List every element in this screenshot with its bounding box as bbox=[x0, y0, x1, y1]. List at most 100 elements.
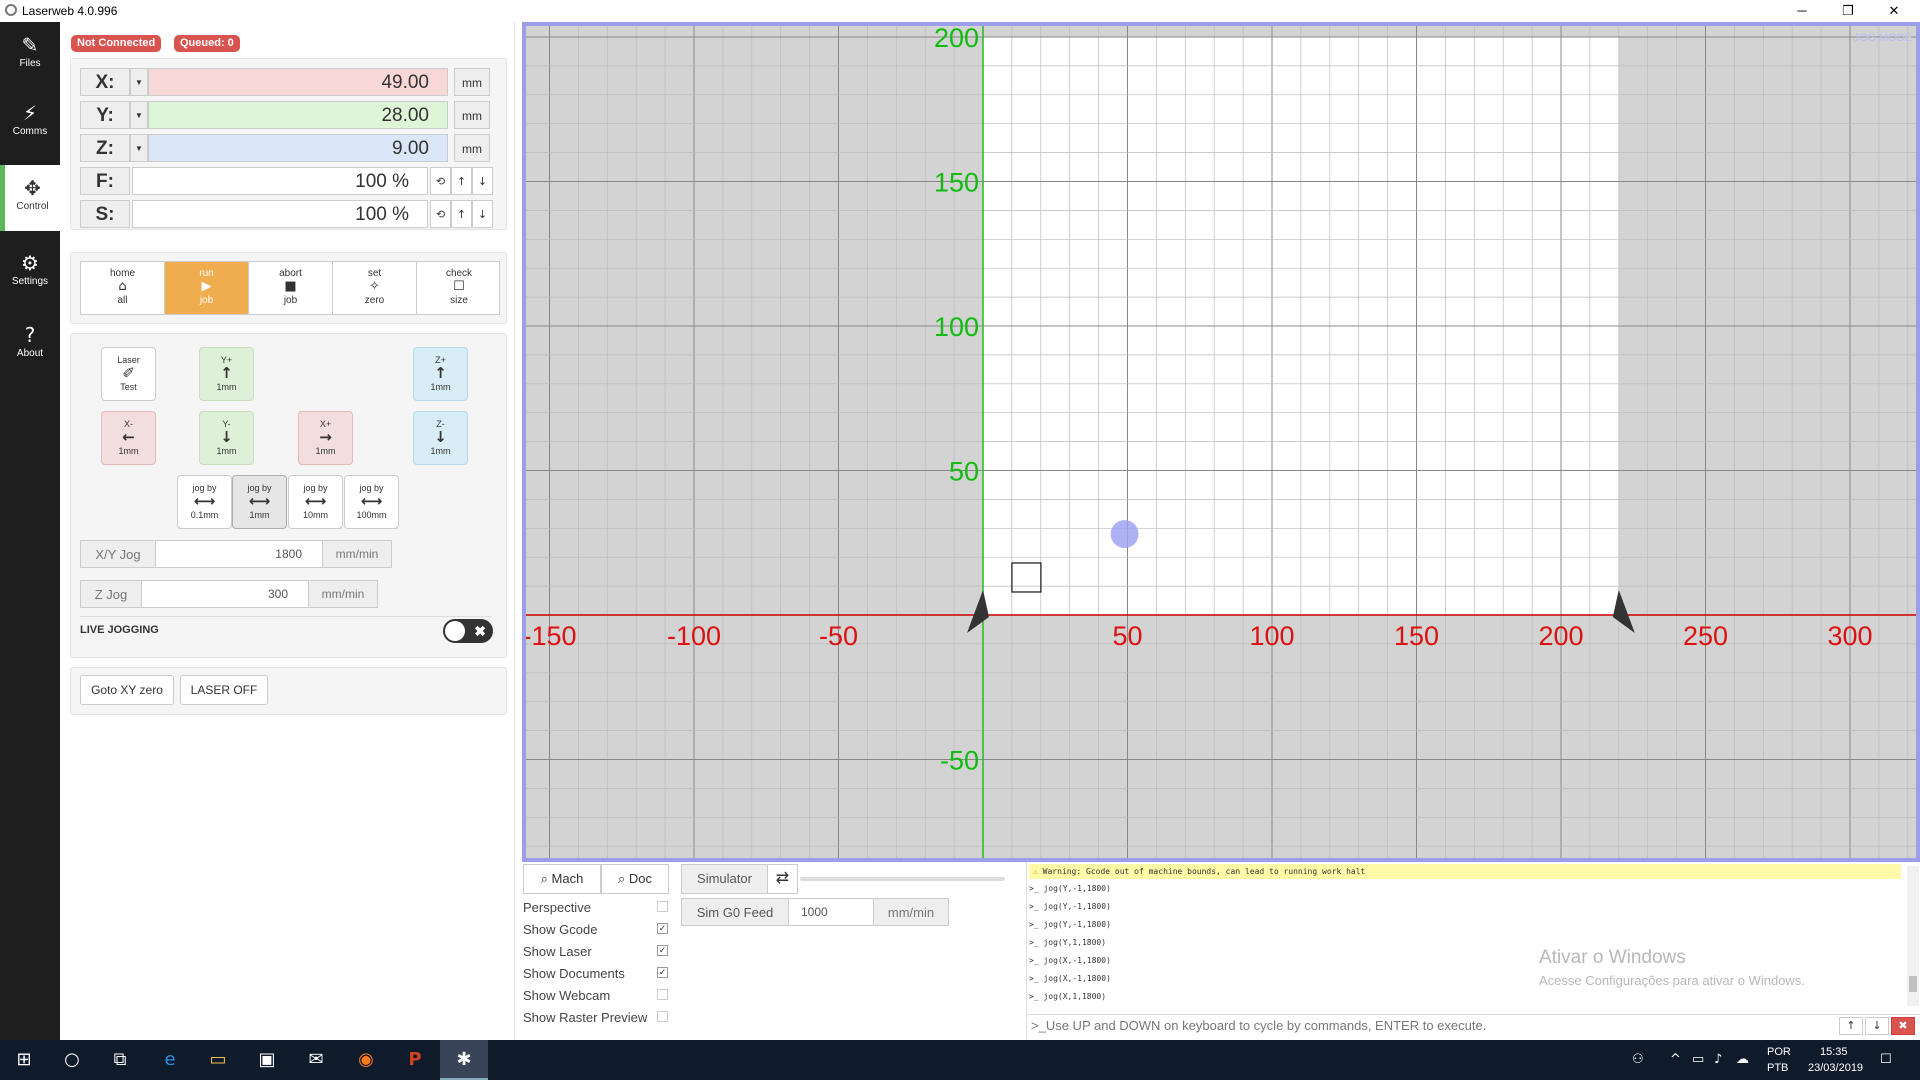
laser-off-button[interactable]: LASER OFF bbox=[180, 675, 268, 705]
history-down-button[interactable]: ↓ bbox=[1865, 1017, 1889, 1035]
sim-feed-input[interactable]: 1000 bbox=[788, 898, 874, 926]
close-icon: ✖ bbox=[474, 623, 486, 639]
dro-y-dropdown[interactable]: ▼ bbox=[130, 101, 148, 129]
volume-icon[interactable]: ♪ bbox=[1714, 1040, 1722, 1080]
arrow-up-icon[interactable]: ↑ bbox=[451, 167, 472, 195]
laser-test-button[interactable]: Laser ✐ Test bbox=[101, 347, 156, 401]
swap-icon[interactable]: ⇄ bbox=[767, 864, 798, 894]
feed-override-value[interactable]: 100 % bbox=[132, 167, 428, 195]
task-view-icon[interactable]: ⧉ bbox=[96, 1040, 144, 1080]
store-icon[interactable]: ▣ bbox=[243, 1040, 291, 1080]
explorer-icon[interactable]: ▭ bbox=[194, 1040, 242, 1080]
console-scrollbar[interactable] bbox=[1907, 866, 1919, 1006]
window-title: Laserweb 4.0.996 bbox=[22, 4, 118, 18]
button-label: job bbox=[199, 295, 214, 306]
perspective-checkbox[interactable] bbox=[657, 901, 668, 912]
powerpoint-icon[interactable]: P bbox=[391, 1040, 439, 1080]
close-button[interactable]: ✕ bbox=[1872, 0, 1916, 22]
nav-comms[interactable]: ⚡ Comms bbox=[0, 90, 60, 156]
show-gcode-checkbox[interactable]: ✓ bbox=[657, 923, 668, 934]
nav-about[interactable]: ? About bbox=[0, 312, 60, 378]
spindle-override-value[interactable]: 100 % bbox=[132, 200, 428, 228]
console-line: >_ jog(Y,-1,1800) bbox=[1029, 902, 1111, 911]
z-jog-input[interactable]: 300 bbox=[141, 580, 309, 608]
arrow-down-icon[interactable]: ↓ bbox=[472, 200, 493, 228]
search-icon[interactable]: ○ bbox=[48, 1040, 96, 1080]
people-icon[interactable]: ⚇ bbox=[1632, 1040, 1644, 1080]
set-zero-button[interactable]: set ✧ zero bbox=[333, 262, 417, 314]
nav-settings[interactable]: ⚙ Settings bbox=[0, 240, 60, 306]
history-up-button[interactable]: ↑ bbox=[1839, 1017, 1863, 1035]
reset-icon[interactable]: ⟲ bbox=[430, 167, 451, 195]
x-tick-label: -50 bbox=[819, 621, 858, 651]
warning-text: Warning: Gcode out of machine bounds, ca… bbox=[1042, 867, 1366, 876]
abort-job-button[interactable]: abort ■ job bbox=[249, 262, 333, 314]
run-job-button[interactable]: run ▶ job bbox=[165, 262, 249, 314]
mail-icon[interactable]: ✉ bbox=[292, 1040, 340, 1080]
title-bar: Laserweb 4.0.996 ─ ❐ ✕ bbox=[0, 0, 1920, 22]
clock-time[interactable]: 15:35 bbox=[1820, 1046, 1848, 1058]
edge-icon[interactable]: e bbox=[146, 1040, 194, 1080]
y-tick-label: -50 bbox=[940, 746, 979, 776]
jog-x-plus-button[interactable]: X+ → 1mm bbox=[298, 411, 353, 465]
notification-icon[interactable]: ☐ bbox=[1880, 1040, 1892, 1080]
simulator-slider[interactable] bbox=[800, 877, 1005, 881]
square-icon: ☐ bbox=[453, 279, 465, 294]
live-jogging-toggle[interactable]: ✖ bbox=[443, 619, 493, 643]
goto-xy-zero-button[interactable]: Goto XY zero bbox=[80, 675, 174, 705]
nav-files[interactable]: ✎ Files bbox=[0, 22, 60, 88]
machine-canvas[interactable]: -150 -100 -50 50 100 150 200 250 300 200 150 100 50 -… bbox=[522, 22, 1920, 862]
show-raster-preview-checkbox[interactable] bbox=[657, 1011, 668, 1022]
clock-date[interactable]: 23/03/2019 bbox=[1808, 1062, 1863, 1074]
dro-x-value: 49.00 bbox=[148, 68, 448, 96]
workspace-grid[interactable]: -150 -100 -50 50 100 150 200 250 300 200 150 100 50 -… bbox=[526, 26, 1916, 858]
chevron-up-icon[interactable]: ^ bbox=[1670, 1040, 1681, 1080]
doc-view-button[interactable]: ⌕ Doc bbox=[601, 864, 669, 894]
show-documents-checkbox[interactable]: ✓ bbox=[657, 967, 668, 978]
mach-view-button[interactable]: ⌕ Mach bbox=[523, 864, 601, 894]
language-code[interactable]: POR bbox=[1767, 1046, 1791, 1058]
arrow-down-icon[interactable]: ↓ bbox=[472, 167, 493, 195]
show-laser-checkbox[interactable]: ✓ bbox=[657, 945, 668, 956]
reset-icon[interactable]: ⟲ bbox=[430, 200, 451, 228]
jog-step-0-1mm-button[interactable]: jog by ⟷ 0.1mm bbox=[177, 475, 232, 529]
jog-z-minus-button[interactable]: Z- ↓ 1mm bbox=[413, 411, 468, 465]
sim-feed-label: Sim G0 Feed bbox=[681, 898, 789, 926]
keyboard-layout[interactable]: PTB bbox=[1767, 1062, 1788, 1074]
jog-y-minus-button[interactable]: Y- ↓ 1mm bbox=[199, 411, 254, 465]
laserweb-icon[interactable]: ✱ bbox=[440, 1040, 488, 1080]
arrows-h-icon: ⟷ bbox=[248, 492, 271, 510]
unit-label: mm/min bbox=[322, 540, 392, 568]
app-icon bbox=[5, 4, 17, 16]
home-all-button[interactable]: home ⌂ all bbox=[81, 262, 165, 314]
jog-x-minus-button[interactable]: X- ← 1mm bbox=[101, 411, 156, 465]
dro-z-dropdown[interactable]: ▼ bbox=[130, 134, 148, 162]
jog-step-100mm-button[interactable]: jog by ⟷ 100mm bbox=[344, 475, 399, 529]
unit-label: mm/min bbox=[308, 580, 378, 608]
dro-x-dropdown[interactable]: ▼ bbox=[130, 68, 148, 96]
jog-y-plus-button[interactable]: Y+ ↑ 1mm bbox=[199, 347, 254, 401]
jog-step-10mm-button[interactable]: jog by ⟷ 10mm bbox=[288, 475, 343, 529]
start-icon[interactable]: ⊞ bbox=[0, 1040, 48, 1080]
minimize-button[interactable]: ─ bbox=[1780, 0, 1824, 22]
show-webcam-checkbox[interactable] bbox=[657, 989, 668, 1000]
cloud-icon[interactable]: ☁ bbox=[1736, 1040, 1749, 1080]
y-tick-label: 50 bbox=[949, 457, 979, 487]
activation-watermark-text: Acesse Configurações para ativar o Windo… bbox=[1539, 973, 1805, 988]
jog-z-plus-button[interactable]: Z+ ↑ 1mm bbox=[413, 347, 468, 401]
clear-console-button[interactable]: ✖ bbox=[1891, 1017, 1915, 1035]
xy-jog-input[interactable]: 1800 bbox=[155, 540, 323, 568]
arrow-up-icon[interactable]: ↑ bbox=[451, 200, 472, 228]
search-icon: ⌕ bbox=[617, 871, 626, 886]
plug-icon: ⚡ bbox=[22, 101, 38, 125]
arrow-up-icon: ↑ bbox=[434, 364, 447, 382]
network-icon[interactable]: ▭ bbox=[1692, 1040, 1704, 1080]
nav-control[interactable]: ✥ Control bbox=[0, 165, 60, 231]
restore-button[interactable]: ❐ bbox=[1826, 0, 1870, 22]
command-input[interactable]: >_Use UP and DOWN on keyboard to cycle b… bbox=[1027, 1014, 1920, 1036]
jog-step-1mm-button[interactable]: jog by ⟷ 1mm bbox=[232, 475, 287, 529]
check-size-button[interactable]: check ☐ size bbox=[417, 262, 499, 314]
firefox-icon[interactable]: ◉ bbox=[342, 1040, 390, 1080]
scrollbar-thumb[interactable] bbox=[1909, 976, 1917, 992]
axis-label: X: bbox=[80, 68, 130, 96]
